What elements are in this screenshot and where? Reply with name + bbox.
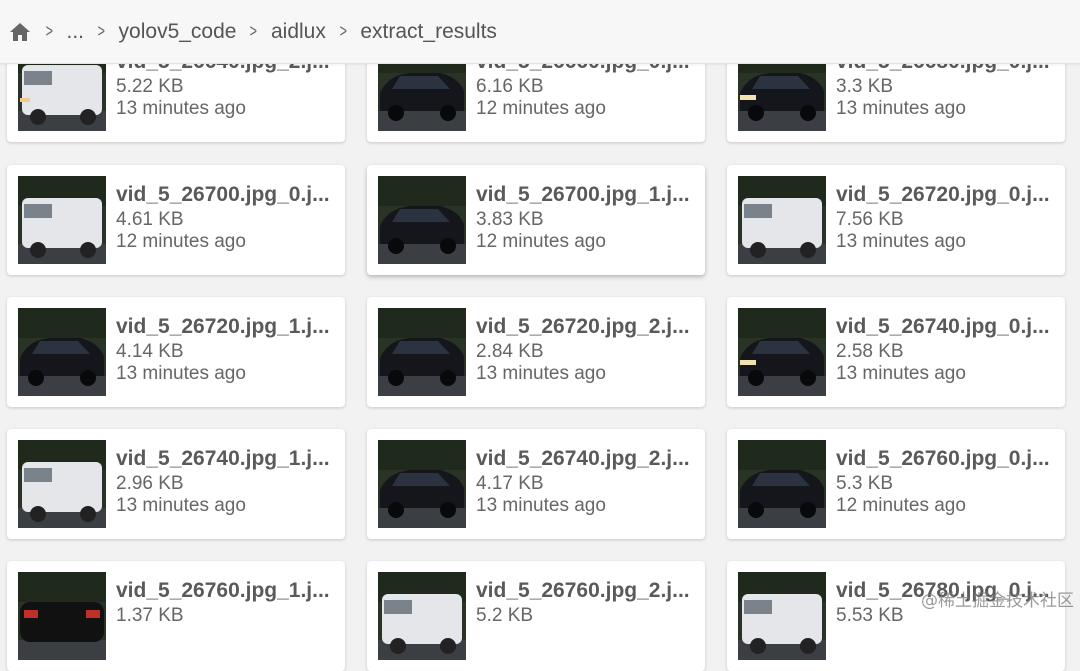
file-size: 3.3 KB <box>836 76 893 98</box>
file-name: vid_5_26740.jpg_2.j... <box>476 447 698 471</box>
thumbnail-image <box>738 440 826 528</box>
home-icon[interactable] <box>8 21 32 43</box>
file-modified-time: 13 minutes ago <box>116 495 246 517</box>
file-card[interactable]: vid_5_26720.jpg_1.j... 4.14 KB 13 minute… <box>7 297 345 407</box>
file-name: vid_5_26740.jpg_1.j... <box>116 447 338 471</box>
file-name: vid_5_26740.jpg_0.j... <box>836 315 1058 339</box>
file-size: 2.58 KB <box>836 341 904 363</box>
file-modified-time: 13 minutes ago <box>476 495 606 517</box>
file-modified-time: 12 minutes ago <box>116 231 246 253</box>
file-card[interactable]: vid_5_26720.jpg_2.j... 2.84 KB 13 minute… <box>367 297 705 407</box>
thumbnail-image <box>378 176 466 264</box>
file-card[interactable]: vid_5_26740.jpg_2.j... 4.17 KB 13 minute… <box>367 429 705 539</box>
chevron-right-icon: > <box>98 21 105 42</box>
file-size: 2.84 KB <box>476 341 544 363</box>
file-modified-time: 12 minutes ago <box>476 98 606 120</box>
file-modified-time: 12 minutes ago <box>836 495 966 517</box>
thumbnail-image <box>738 572 826 660</box>
file-name: vid_5_26760.jpg_1.j... <box>116 579 338 603</box>
file-modified-time: 12 minutes ago <box>476 231 606 253</box>
file-card[interactable]: vid_5_26700.jpg_0.j... 4.61 KB 12 minute… <box>7 165 345 275</box>
file-size: 3.83 KB <box>476 209 544 231</box>
breadcrumb-item[interactable]: aidlux <box>271 20 326 44</box>
chevron-right-icon: > <box>339 21 346 42</box>
thumbnail-image <box>378 308 466 396</box>
file-card[interactable]: vid_5_26780.jpg_0.j... 5.53 KB <box>727 561 1065 671</box>
file-size: 2.96 KB <box>116 473 184 495</box>
file-modified-time: 13 minutes ago <box>836 363 966 385</box>
file-size: 5.22 KB <box>116 76 184 98</box>
breadcrumb-item[interactable]: ... <box>67 20 85 44</box>
thumbnail-image <box>378 440 466 528</box>
file-card[interactable]: vid_5_26760.jpg_2.j... 5.2 KB <box>367 561 705 671</box>
breadcrumb-item[interactable]: yolov5_code <box>119 20 237 44</box>
file-name: vid_5_26760.jpg_2.j... <box>476 579 698 603</box>
thumbnail-image <box>18 572 106 660</box>
file-card[interactable]: vid_5_26740.jpg_0.j... 2.58 KB 13 minute… <box>727 297 1065 407</box>
file-card[interactable]: vid_5_26760.jpg_1.j... 1.37 KB <box>7 561 345 671</box>
thumbnail-image <box>18 176 106 264</box>
file-size: 5.53 KB <box>836 605 904 627</box>
thumbnail-image <box>18 308 106 396</box>
file-modified-time: 13 minutes ago <box>836 98 966 120</box>
file-card[interactable]: vid_5_26740.jpg_1.j... 2.96 KB 13 minute… <box>7 429 345 539</box>
breadcrumb-bar: > ... > yolov5_code > aidlux > extract_r… <box>0 0 1080 64</box>
file-card[interactable]: vid_5_26760.jpg_0.j... 5.3 KB 12 minutes… <box>727 429 1065 539</box>
breadcrumb-current[interactable]: extract_results <box>360 20 497 44</box>
file-size: 4.17 KB <box>476 473 544 495</box>
file-size: 4.14 KB <box>116 341 184 363</box>
file-modified-time: 13 minutes ago <box>116 98 246 120</box>
file-name: vid_5_26760.jpg_0.j... <box>836 447 1058 471</box>
file-card[interactable]: vid_5_26720.jpg_0.j... 7.56 KB 13 minute… <box>727 165 1065 275</box>
file-name: vid_5_26720.jpg_0.j... <box>836 183 1058 207</box>
file-name: vid_5_26700.jpg_1.j... <box>476 183 698 207</box>
file-name: vid_5_26700.jpg_0.j... <box>116 183 338 207</box>
file-size: 7.56 KB <box>836 209 904 231</box>
thumbnail-image <box>738 308 826 396</box>
thumbnail-image <box>18 440 106 528</box>
file-modified-time: 13 minutes ago <box>116 363 246 385</box>
watermark: @稀土掘金技术社区 <box>921 586 1074 611</box>
file-name: vid_5_26720.jpg_2.j... <box>476 315 698 339</box>
breadcrumb: > ... > yolov5_code > aidlux > extract_r… <box>8 20 497 44</box>
file-size: 6.16 KB <box>476 76 544 98</box>
file-size: 4.61 KB <box>116 209 184 231</box>
file-card[interactable]: vid_5_26700.jpg_1.j... 3.83 KB 12 minute… <box>367 165 705 275</box>
file-modified-time: 13 minutes ago <box>476 363 606 385</box>
thumbnail-image <box>378 572 466 660</box>
file-modified-time: 13 minutes ago <box>836 231 966 253</box>
file-name: vid_5_26720.jpg_1.j... <box>116 315 338 339</box>
chevron-right-icon: > <box>250 21 257 42</box>
file-size: 1.37 KB <box>116 605 184 627</box>
file-size: 5.3 KB <box>836 473 893 495</box>
file-grid: vid_5_26640.jpg_2.j... 5.22 KB 13 minute… <box>0 0 1080 617</box>
thumbnail-image <box>738 176 826 264</box>
file-size: 5.2 KB <box>476 605 533 627</box>
chevron-right-icon: > <box>46 21 53 42</box>
